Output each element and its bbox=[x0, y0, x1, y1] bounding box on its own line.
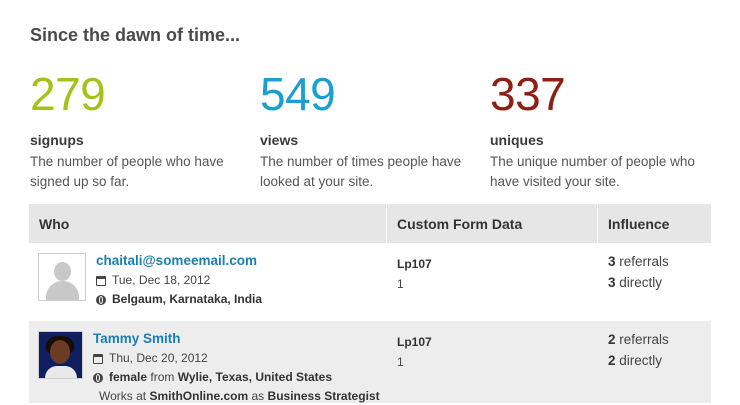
location-text: Wylie, Texas, United States bbox=[177, 370, 332, 384]
globe-icon bbox=[96, 294, 106, 305]
globe-icon bbox=[93, 372, 103, 383]
referrals-count: 2 referrals bbox=[608, 329, 711, 350]
table-header: Who Custom Form Data Influence bbox=[29, 204, 711, 243]
stat-views: 549 views The number of times people hav… bbox=[260, 66, 480, 192]
stat-signups-number: 279 bbox=[30, 68, 106, 120]
table-row: Tammy Smith Thu, Dec 20, 2012 female fro… bbox=[29, 321, 711, 403]
custom-form-data-cell: Lp107 1 bbox=[387, 243, 598, 321]
stat-signups: 279 signups The number of people who hav… bbox=[30, 66, 250, 192]
signup-date: Thu, Dec 20, 2012 bbox=[93, 349, 380, 368]
user-email-link[interactable]: chaitali@someemail.com bbox=[96, 253, 262, 269]
column-header-influence[interactable]: Influence bbox=[598, 204, 711, 243]
signup-date: Tue, Dec 18, 2012 bbox=[96, 271, 262, 290]
directly-number: 2 bbox=[608, 353, 616, 368]
stat-signups-description: The number of people who have signed up … bbox=[30, 154, 224, 189]
directly-label: directly bbox=[619, 353, 663, 368]
who-cell: Tammy Smith Thu, Dec 20, 2012 female fro… bbox=[29, 321, 387, 403]
referrals-label: referrals bbox=[619, 332, 669, 347]
user-photo-avatar bbox=[38, 331, 83, 379]
stat-signups-label: signups bbox=[30, 132, 84, 148]
custom-form-data-cell: Lp107 1 bbox=[387, 321, 598, 403]
signups-table: Who Custom Form Data Influence chaitali@… bbox=[29, 204, 711, 403]
stat-uniques-label: uniques bbox=[490, 132, 544, 148]
form-field-value: 1 bbox=[397, 355, 404, 369]
user-location: Belgaum, Karnataka, India bbox=[96, 290, 262, 309]
directly-number: 3 bbox=[608, 275, 616, 290]
placeholder-avatar-icon bbox=[38, 253, 86, 301]
column-header-who[interactable]: Who bbox=[29, 204, 387, 243]
signup-date-text: Thu, Dec 20, 2012 bbox=[109, 351, 208, 365]
gender-text: female bbox=[109, 370, 148, 384]
form-field-value: 1 bbox=[397, 277, 404, 291]
stat-views-description: The number of times people have looked a… bbox=[260, 154, 462, 189]
location-text: Belgaum, Karnataka, India bbox=[112, 292, 263, 306]
table-row: chaitali@someemail.com Tue, Dec 18, 2012… bbox=[29, 243, 711, 321]
job-title: Business Strategist bbox=[267, 389, 380, 403]
referrals-number: 3 bbox=[608, 254, 616, 269]
employment-info: Works at SmithOnline.com as Business Str… bbox=[99, 387, 380, 405]
referrals-count: 3 referrals bbox=[608, 251, 711, 272]
page-heading: Since the dawn of time... bbox=[30, 25, 241, 45]
column-header-custom-form-data[interactable]: Custom Form Data bbox=[387, 204, 598, 243]
user-location: female from Wylie, Texas, United States bbox=[93, 368, 380, 387]
stat-views-label: views bbox=[260, 132, 299, 148]
works-at-label: Works at bbox=[99, 389, 147, 403]
form-field-name: Lp107 bbox=[397, 257, 432, 271]
stat-uniques: 337 uniques The unique number of people … bbox=[490, 66, 710, 192]
calendar-icon bbox=[93, 353, 103, 364]
as-label: as bbox=[251, 389, 265, 403]
directly-label: directly bbox=[619, 275, 663, 290]
referrals-number: 2 bbox=[608, 332, 616, 347]
company-name: SmithOnline.com bbox=[149, 389, 249, 403]
form-field-name: Lp107 bbox=[397, 335, 432, 349]
referrals-label: referrals bbox=[619, 254, 669, 269]
stat-uniques-description: The unique number of people who have vis… bbox=[490, 154, 695, 189]
calendar-icon bbox=[96, 275, 106, 286]
user-name-link[interactable]: Tammy Smith bbox=[93, 331, 380, 347]
influence-cell: 3 referrals 3 directly bbox=[598, 243, 711, 321]
influence-cell: 2 referrals 2 directly bbox=[598, 321, 711, 403]
directly-count: 2 directly bbox=[608, 350, 711, 371]
who-cell: chaitali@someemail.com Tue, Dec 18, 2012… bbox=[29, 243, 387, 321]
stat-uniques-number: 337 bbox=[490, 68, 566, 120]
from-label: from bbox=[150, 370, 175, 384]
stat-views-number: 549 bbox=[260, 68, 336, 120]
directly-count: 3 directly bbox=[608, 272, 711, 293]
signup-date-text: Tue, Dec 18, 2012 bbox=[112, 273, 211, 287]
